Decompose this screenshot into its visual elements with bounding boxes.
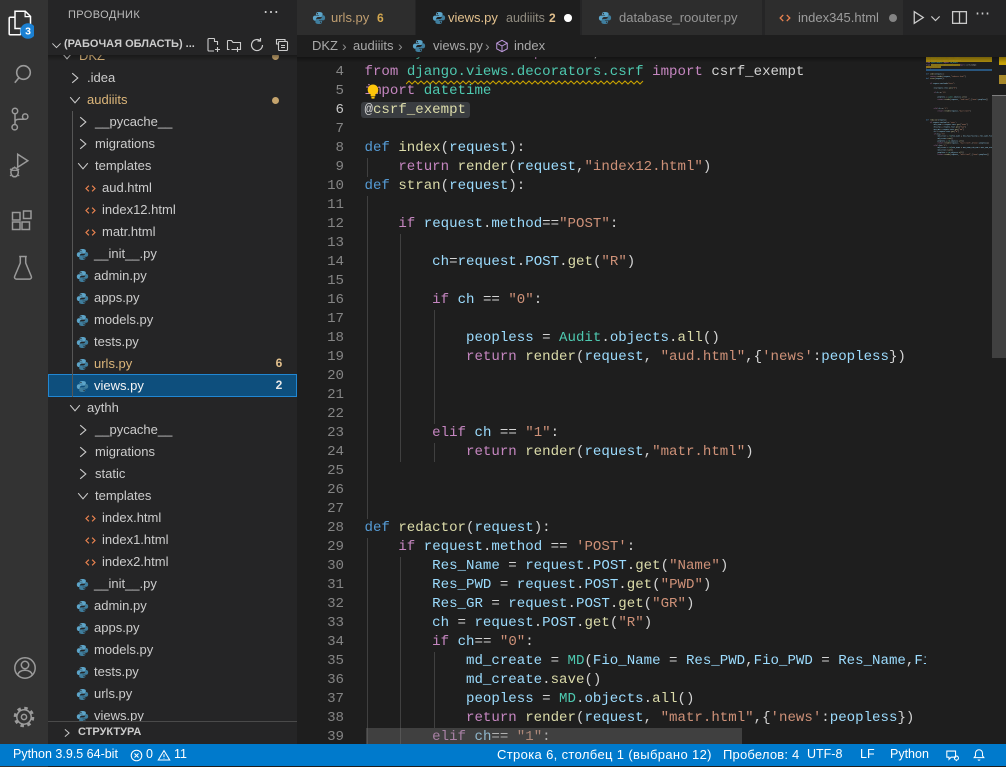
- svg-text:3: 3: [25, 26, 31, 38]
